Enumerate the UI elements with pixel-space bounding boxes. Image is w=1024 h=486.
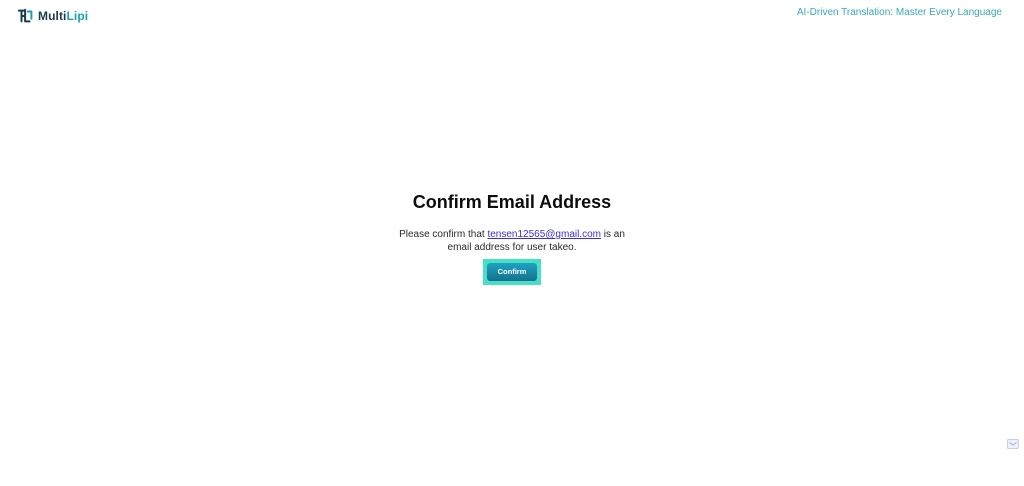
brand-name: MultiLipi — [38, 7, 88, 25]
message-prefix: Please confirm that — [399, 229, 488, 240]
page: MultiLipi AI-Driven Translation: Master … — [0, 0, 1024, 486]
header: MultiLipi AI-Driven Translation: Master … — [0, 0, 1024, 32]
confirm-button[interactable]: Confirm — [487, 263, 537, 281]
confirm-email-card: Confirm Email Address Please confirm tha… — [0, 188, 1024, 285]
brand-name-part2: Lipi — [66, 9, 89, 23]
chat-widget-icon[interactable] — [1007, 439, 1019, 450]
page-title: Confirm Email Address — [412, 192, 612, 212]
email-link[interactable]: tensen12565@gmail.com — [487, 229, 601, 240]
header-tagline: AI-Driven Translation: Master Every Lang… — [796, 7, 1002, 18]
confirm-message: Please confirm that tensen12565@gmail.co… — [387, 228, 637, 254]
multilipi-logo-icon — [17, 8, 33, 23]
confirm-button-focus-ring: Confirm — [483, 259, 541, 285]
brand-name-part1: Multi — [38, 9, 67, 23]
brand-logo-link[interactable]: MultiLipi — [17, 7, 88, 25]
